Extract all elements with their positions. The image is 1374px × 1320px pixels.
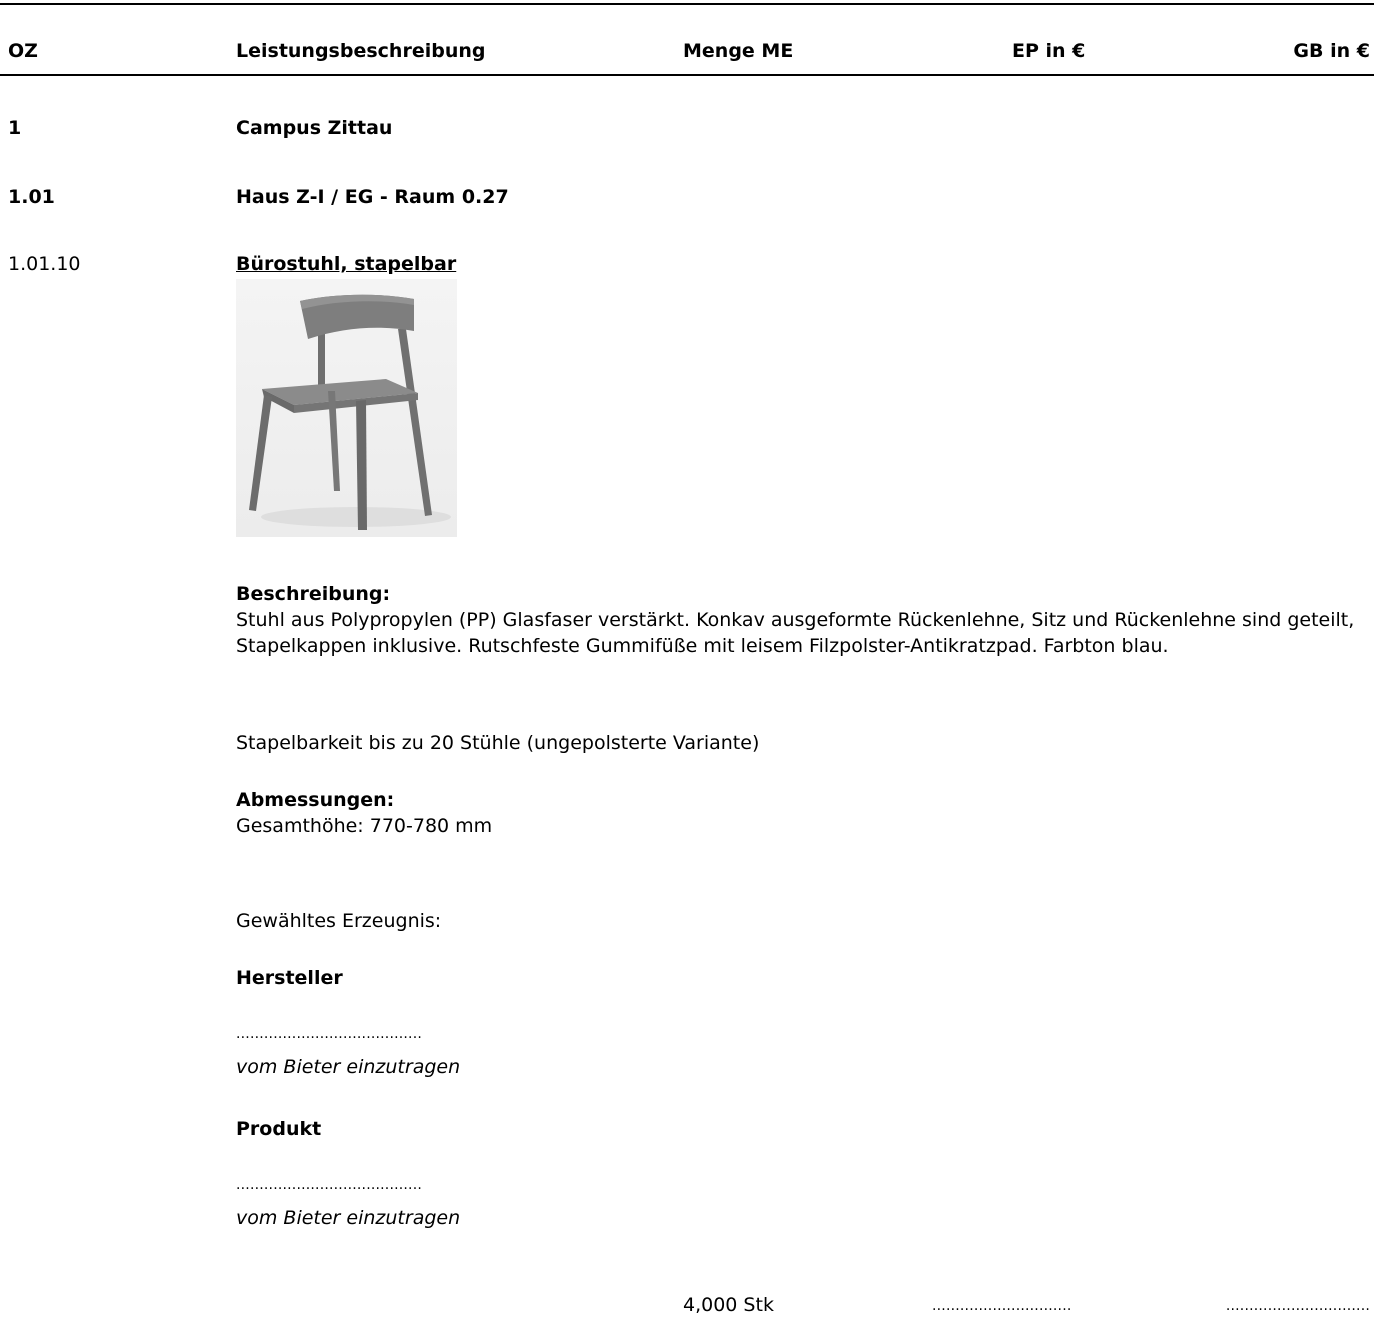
header-oz: OZ (8, 40, 38, 62)
chair-photo (236, 279, 457, 537)
section-number: 1 (8, 117, 22, 139)
chosen-product-label: Gewähltes Erzeugnis: (236, 910, 442, 932)
section-title: Campus Zittau (236, 117, 393, 139)
description-text: Stuhl aus Polypropylen (PP) Glasfaser ve… (236, 609, 1355, 657)
product-hint: vom Bieter einzutragen (236, 1207, 461, 1229)
subsection-number: 1.01 (8, 186, 55, 208)
description-heading: Beschreibung: (236, 583, 391, 605)
dimensions-text: Gesamthöhe: 770-780 mm (236, 815, 493, 837)
product-label: Produkt (236, 1118, 322, 1140)
total-price-blank[interactable]: ............................... (1226, 1298, 1370, 1314)
header-quantity-unit: Menge ME (683, 40, 794, 62)
stacking-note: Stapelbarkeit bis zu 20 Stühle (ungepols… (236, 732, 760, 754)
manufacturer-label: Hersteller (236, 967, 343, 989)
header-description: Leistungsbeschreibung (236, 40, 486, 62)
product-blank[interactable]: ........................................ (236, 1177, 422, 1193)
header-rule (0, 74, 1374, 76)
unit-price-blank[interactable]: .............................. (932, 1298, 1072, 1314)
subsection-title: Haus Z-I / EG - Raum 0.27 (236, 186, 509, 208)
top-rule (0, 3, 1374, 5)
manufacturer-hint: vom Bieter einzutragen (236, 1056, 461, 1078)
chair-icon (249, 294, 451, 530)
item-quantity: 4,000 Stk (683, 1294, 774, 1316)
header-unit-price: EP in € (1012, 40, 1086, 62)
item-number: 1.01.10 (8, 253, 81, 275)
item-title: Bürostuhl, stapelbar (236, 253, 457, 275)
header-total-price: GB in € (1293, 40, 1370, 62)
dimensions-heading: Abmessungen: (236, 789, 395, 811)
manufacturer-blank[interactable]: ........................................ (236, 1026, 422, 1042)
